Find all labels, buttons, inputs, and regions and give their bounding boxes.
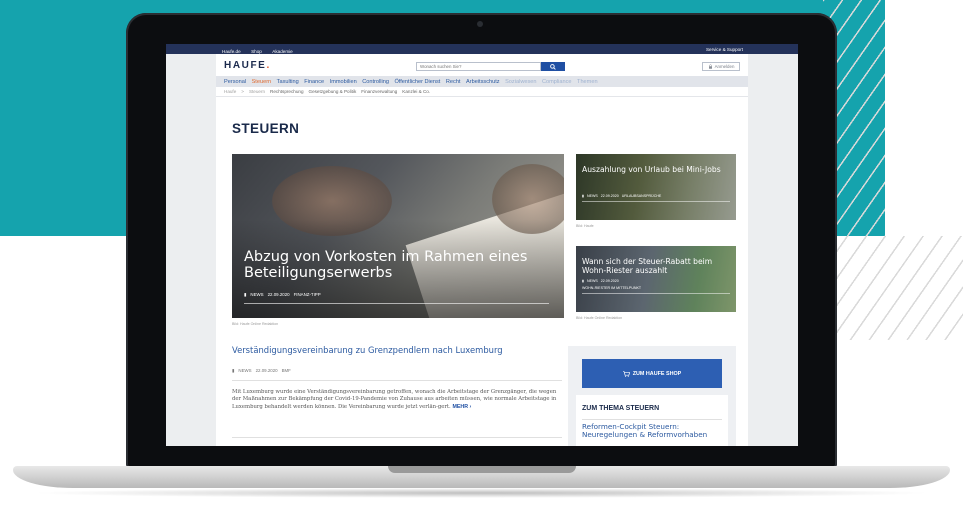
nav-item-themen[interactable]: Themen xyxy=(577,79,598,85)
teaser-type: NEWS xyxy=(586,279,598,283)
article-type: NEWS xyxy=(238,368,252,373)
hero-type: NEWS xyxy=(250,292,264,297)
article-text: Mit Luxemburg wurde eine Verständigungsv… xyxy=(232,389,557,410)
nav-item-sozialwesen[interactable]: Sozialwesen xyxy=(505,79,536,85)
hero-caption: Bild: Haufe Online Redaktion xyxy=(232,322,279,326)
site-header: HAUFE. Anmelden xyxy=(216,54,748,76)
teaser-tag: WOHN-RIESTER IM MITTELPUNKT xyxy=(582,286,642,290)
search-icon xyxy=(550,63,556,70)
news-icon: ▮ xyxy=(582,194,584,198)
breadcrumb-haufe[interactable]: Haufe xyxy=(224,89,236,94)
teaser-meta: ▮ NEWS 22.09.2020 URLAUBSANSPRÜCHE xyxy=(582,194,661,198)
search-input[interactable] xyxy=(416,62,541,71)
logo-text: HAUFE xyxy=(224,59,267,71)
top-bar: Haufe.de Shop Akademie Service & Support xyxy=(166,44,798,54)
article-tag: BMF xyxy=(281,368,291,373)
subnav-kanzlei[interactable]: Kanzlei & Co. xyxy=(402,89,430,94)
teaser-title[interactable]: Auszahlung von Urlaub bei Mini-Jobs xyxy=(582,165,732,175)
nav-item-oeffentlicher-dienst[interactable]: Öffentlicher Dienst xyxy=(394,79,440,85)
news-icon: ▮ xyxy=(232,368,235,373)
camera-icon xyxy=(477,21,483,27)
more-link[interactable]: MEHR › xyxy=(452,404,471,410)
service-support-link[interactable]: Service & Support xyxy=(706,47,743,52)
nav-item-taxulting[interactable]: Taxulting xyxy=(277,79,299,85)
thema-heading: ZUM THEMA STEUERN xyxy=(582,405,660,412)
page-content: HAUFE. Anmelden Personal Steuern Taxulti… xyxy=(216,54,748,446)
thema-divider xyxy=(582,419,722,420)
thema-box: ZUM THEMA STEUERN Reformen-Cockpit Steue… xyxy=(576,395,728,446)
teaser-divider xyxy=(582,201,730,202)
teaser-card[interactable]: Wann sich der Steuer-Rabatt beim Wohn-Ri… xyxy=(576,246,736,312)
teaser-caption: Bild: Haufe Online Redaktion xyxy=(576,316,623,320)
chevron-right-icon: › xyxy=(469,403,472,410)
teaser-divider xyxy=(582,293,730,294)
nav-item-arbeitsschutz[interactable]: Arbeitsschutz xyxy=(466,79,500,85)
news-icon: ▮ xyxy=(582,279,584,283)
article-date: 22.09.2020 xyxy=(255,368,278,373)
hero-teaser[interactable]: Abzug von Vorkosten im Rahmen eines Bete… xyxy=(232,154,564,318)
subnav-rechtsprechung[interactable]: Rechtsprechung xyxy=(270,89,303,94)
page-title: STEUERN xyxy=(232,121,300,136)
teaser-type: NEWS xyxy=(586,194,598,198)
article-title[interactable]: Verständigungsvereinbarung zu Grenzpendl… xyxy=(232,345,562,355)
thema-link[interactable]: Reformen-Cockpit Steuern: Neuregelungen … xyxy=(582,422,724,440)
stage: Haufe.de Shop Akademie Service & Support… xyxy=(0,0,963,527)
hero-title[interactable]: Abzug von Vorkosten im Rahmen eines Bete… xyxy=(244,249,554,281)
teaser-date: 22.09.2020 xyxy=(600,279,619,283)
laptop-screen: Haufe.de Shop Akademie Service & Support… xyxy=(166,44,798,446)
teaser-overlay xyxy=(576,154,736,220)
news-icon: ▮ xyxy=(244,292,247,297)
teaser-date: 22.09.2020 xyxy=(600,194,619,198)
article-meta: ▮ NEWS 22.09.2020 BMF xyxy=(232,368,291,374)
teaser-caption: Bild: Haufe xyxy=(576,224,594,228)
nav-item-finance[interactable]: Finance xyxy=(304,79,324,85)
teaser-tag: URLAUBSANSPRÜCHE xyxy=(621,194,662,198)
nav-item-steuern[interactable]: Steuern xyxy=(252,79,272,85)
article-divider xyxy=(232,380,562,381)
login-button[interactable]: Anmelden xyxy=(702,62,740,71)
logo-dot: . xyxy=(266,59,271,71)
cart-icon xyxy=(622,370,630,377)
hero-date: 22.09.2020 xyxy=(267,292,290,297)
hero-tag: FINANZ-TIPP xyxy=(293,292,321,297)
sidebar-box: ZUM HAUFE SHOP ZUM THEMA STEUERN Reforme… xyxy=(568,346,736,446)
teaser-card[interactable]: Auszahlung von Urlaub bei Mini-Jobs ▮ NE… xyxy=(576,154,736,220)
nav-item-compliance[interactable]: Compliance xyxy=(542,79,572,85)
search-button[interactable] xyxy=(541,62,565,71)
teaser-title[interactable]: Wann sich der Steuer-Rabatt beim Wohn-Ri… xyxy=(582,257,732,275)
lock-icon xyxy=(708,64,712,69)
breadcrumb-separator: > xyxy=(241,89,244,94)
hero-divider xyxy=(244,303,549,304)
stripe-mask xyxy=(885,0,963,236)
shop-label: ZUM HAUFE SHOP xyxy=(632,370,682,377)
search-bar xyxy=(416,62,565,71)
subnav-finanzverwaltung[interactable]: Finanzverwaltung xyxy=(361,89,397,94)
breadcrumb-steuern[interactable]: Steuern xyxy=(249,89,265,94)
breadcrumb: Haufe > Steuern Rechtsprechung Gesetzgeb… xyxy=(216,87,748,97)
nav-item-immobilien[interactable]: Immobilien xyxy=(330,79,357,85)
main-nav: Personal Steuern Taxulting Finance Immob… xyxy=(216,76,748,87)
login-label: Anmelden xyxy=(714,64,735,69)
subnav-gesetzgebung[interactable]: Gesetzgebung & Politik xyxy=(309,89,357,94)
teaser-meta: ▮ NEWS 22.09.2020 xyxy=(582,279,619,283)
article-bottom-divider xyxy=(232,437,562,438)
hero-meta: ▮ NEWS 22.09.2020 FINANZ-TIPP xyxy=(244,292,321,298)
haufe-logo[interactable]: HAUFE. xyxy=(224,60,271,71)
nav-item-personal[interactable]: Personal xyxy=(224,79,246,85)
laptop-notch xyxy=(388,466,576,473)
laptop-shadow xyxy=(30,488,933,498)
more-label: MEHR xyxy=(452,403,469,410)
nav-item-controlling[interactable]: Controlling xyxy=(362,79,389,85)
article-body: Mit Luxemburg wurde eine Verständigungsv… xyxy=(232,389,562,411)
nav-item-recht[interactable]: Recht xyxy=(446,79,461,85)
shop-button[interactable]: ZUM HAUFE SHOP xyxy=(582,359,722,388)
